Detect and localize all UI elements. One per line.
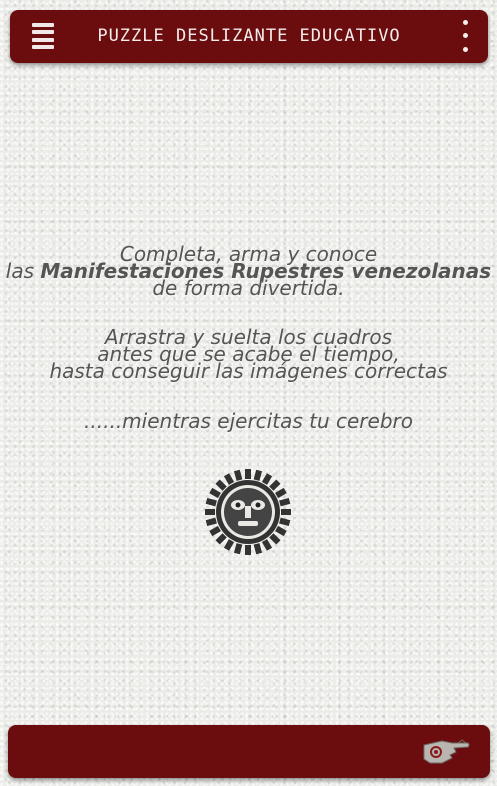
tagline: ......mientras ejercitas tu cerebro <box>84 409 413 433</box>
instructions-line-3: hasta conseguir las imágenes correctas <box>49 359 448 383</box>
app-title: PUZZLE DESLIZANTE EDUCATIVO <box>97 26 401 46</box>
bottom-bar <box>8 725 490 778</box>
intro-text: Completa, arma y conoce las Manifestacio… <box>0 244 497 298</box>
pointing-hand-icon[interactable] <box>422 735 470 767</box>
more-vertical-icon[interactable] <box>458 16 472 56</box>
top-app-bar: PUZZLE DESLIZANTE EDUCATIVO <box>10 10 488 63</box>
intro-line-2-prefix: las <box>5 259 41 283</box>
instructions-text: Arrastra y suelta los cuadros antes que … <box>0 327 497 383</box>
hamburger-menu-icon[interactable] <box>32 23 54 49</box>
petroglyph-sun-face-icon <box>205 469 291 555</box>
